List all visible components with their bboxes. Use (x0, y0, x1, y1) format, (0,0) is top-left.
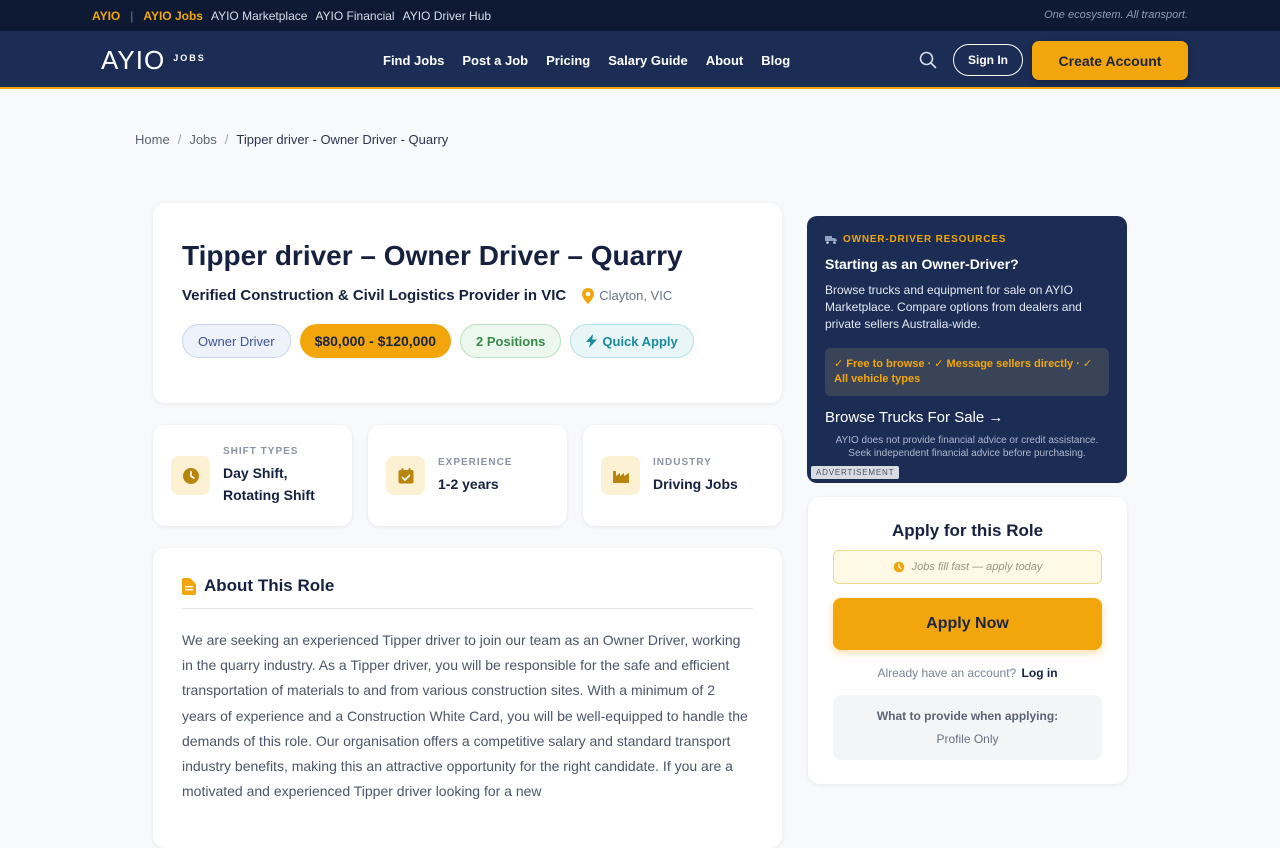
owner-driver-ad[interactable]: OWNER-DRIVER RESOURCES Starting as an Ow… (807, 216, 1127, 483)
shift-types-card: SHIFT TYPES Day Shift, Rotating Shift (153, 425, 352, 526)
login-prompt-text: Already have an account? (877, 666, 1017, 680)
nav-about[interactable]: About (706, 53, 744, 68)
requirements-title: What to provide when applying: (876, 709, 1059, 723)
apply-card-title: Apply for this Role (891, 521, 1044, 540)
shift-types-label: SHIFT TYPES (223, 445, 299, 457)
breadcrumb: Home / Jobs / Tipper driver - Owner Driv… (135, 132, 448, 147)
salary-chip: $80,000 - $120,000 (299, 324, 452, 358)
nav-salary-guide[interactable]: Salary Guide (608, 53, 687, 68)
ad-title: Starting as an Owner-Driver? (825, 256, 1019, 272)
truck-icon (825, 236, 837, 244)
requirements-value: Profile Only (936, 732, 999, 746)
employment-type-chip: Owner Driver (182, 324, 291, 358)
industry-card: INDUSTRY Driving Jobs (583, 425, 782, 526)
nav-find-jobs[interactable]: Find Jobs (383, 53, 444, 68)
breadcrumb-separator: / (177, 132, 182, 147)
search-icon[interactable] (918, 50, 938, 70)
log-in-link[interactable]: Log in (1022, 666, 1058, 680)
ecosystem-link-marketplace[interactable]: AYIO Marketplace (211, 9, 307, 23)
logo-wordmark: AYIO (101, 45, 166, 75)
ad-kicker: OWNER-DRIVER RESOURCES (825, 234, 1109, 245)
calendar-check-icon (386, 456, 425, 495)
experience-value: 1-2 years (438, 475, 499, 492)
ecosystem-separator: | (130, 8, 134, 23)
breadcrumb-current: Tipper driver - Owner Driver - Quarry (236, 132, 449, 147)
shift-types-value-line1: Day Shift, (223, 464, 288, 481)
quick-apply-label: Quick Apply (602, 333, 678, 349)
ecosystem-link-financial[interactable]: AYIO Financial (315, 9, 394, 23)
factory-icon (601, 456, 640, 495)
logo-subtitle: JOBS (173, 53, 206, 63)
nav-blog[interactable]: Blog (761, 53, 790, 68)
location-text: Clayton, VIC (599, 288, 673, 303)
clock-icon (171, 456, 210, 495)
experience-card: EXPERIENCE 1-2 years (368, 425, 567, 526)
quick-apply-chip: Quick Apply (570, 324, 694, 358)
job-location: Clayton, VIC (582, 287, 673, 304)
browse-trucks-link[interactable]: Browse Trucks For Sale → (825, 409, 1109, 426)
about-role-description: We are seeking an experienced Tipper dri… (182, 632, 748, 800)
ecosystem-tagline: One ecosystem. All transport. (1044, 9, 1188, 21)
nav-pricing[interactable]: Pricing (546, 53, 590, 68)
job-subtitle: Verified Construction & Civil Logistics … (182, 287, 753, 304)
ad-body: Browse trucks and equipment for sale on … (825, 283, 1082, 331)
ad-disclaimer: AYIO does not provide financial advice o… (835, 435, 1099, 459)
job-title: Tipper driver – Owner Driver – Quarry (182, 240, 683, 271)
ecosystem-bar: AYIO | AYIO Jobs AYIO Marketplace AYIO F… (0, 0, 1280, 31)
ad-perks: ✓ Free to browse · ✓ Message sellers dir… (825, 348, 1109, 396)
clock-icon (893, 561, 904, 573)
document-icon (182, 577, 196, 595)
breadcrumb-separator: / (224, 132, 229, 147)
breadcrumb-jobs[interactable]: Jobs (189, 132, 216, 147)
job-header-card: Tipper driver – Owner Driver – Quarry Ve… (153, 203, 782, 403)
advertisement-label: ADVERTISEMENT (811, 466, 900, 479)
main-nav: Find Jobs Post a Job Pricing Salary Guid… (383, 31, 808, 89)
site-logo[interactable]: AYIO JOBS (101, 45, 206, 75)
login-prompt: Already have an account? Log in (833, 666, 1102, 680)
experience-label: EXPERIENCE (438, 456, 513, 468)
nav-post-a-job[interactable]: Post a Job (462, 53, 528, 68)
ad-kicker-text: OWNER-DRIVER RESOURCES (843, 234, 1007, 245)
apply-card: Apply for this Role Jobs fill fast — app… (808, 497, 1127, 784)
site-header: AYIO JOBS Find Jobs Post a Job Pricing S… (0, 31, 1280, 89)
sign-in-button[interactable]: Sign In (953, 44, 1023, 76)
ecosystem-brand[interactable]: AYIO (92, 9, 120, 23)
company-name: Verified Construction & Civil Logistics … (182, 287, 567, 304)
lightning-icon (586, 334, 598, 348)
industry-label: INDUSTRY (653, 456, 712, 468)
industry-value: Driving Jobs (653, 475, 738, 492)
ecosystem-link-jobs[interactable]: AYIO Jobs (143, 9, 203, 23)
about-role-heading: About This Role (204, 576, 335, 595)
urgency-text: Jobs fill fast — apply today (911, 561, 1043, 573)
shift-types-value: Day Shift, Rotating Shift (223, 462, 315, 506)
urgency-notice: Jobs fill fast — apply today (833, 550, 1102, 584)
ecosystem-link-driver-hub[interactable]: AYIO Driver Hub (403, 9, 491, 23)
location-pin-icon (582, 287, 595, 304)
breadcrumb-home[interactable]: Home (135, 132, 170, 147)
create-account-button[interactable]: Create Account (1032, 41, 1188, 80)
job-tags: Owner Driver $80,000 - $120,000 2 Positi… (182, 324, 753, 358)
about-role-header: About This Role (182, 576, 753, 609)
shift-types-value-line2: Rotating Shift (223, 486, 315, 503)
positions-chip: 2 Positions (460, 324, 562, 358)
apply-now-button[interactable]: Apply Now (833, 598, 1102, 650)
about-role-card: About This Role We are seeking an experi… (153, 548, 782, 848)
application-requirements: What to provide when applying: Profile O… (833, 695, 1102, 760)
